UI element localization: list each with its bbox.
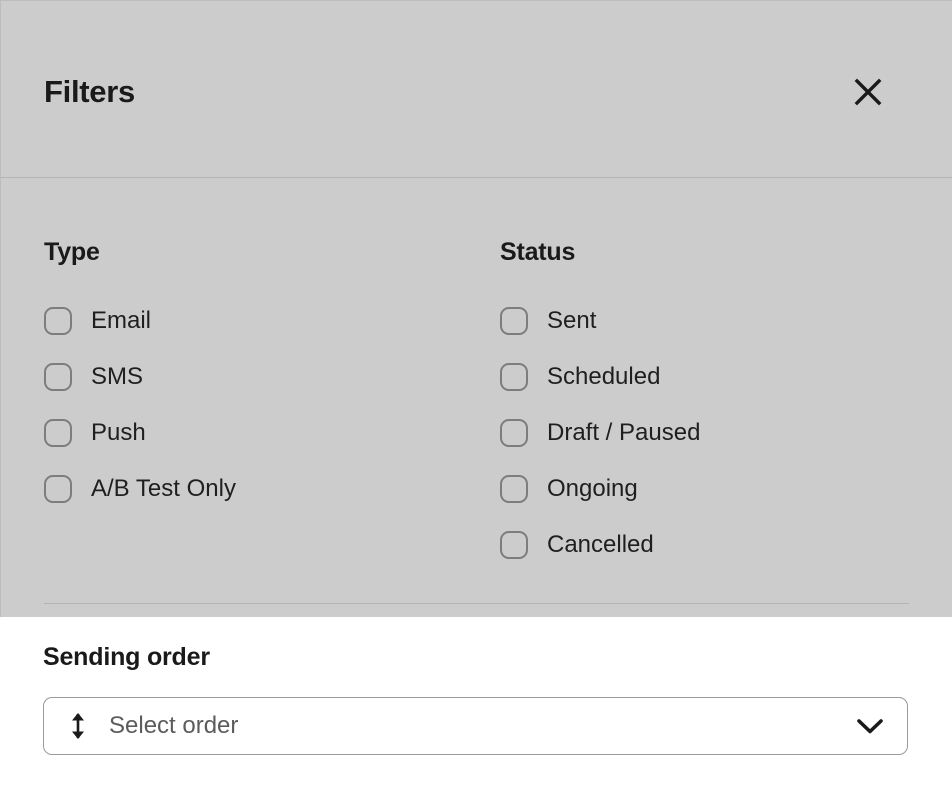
checkbox-scheduled[interactable] — [500, 363, 528, 391]
sending-order-select[interactable]: Select order — [43, 697, 908, 755]
checkbox-push[interactable] — [44, 419, 72, 447]
checkbox-sms[interactable] — [44, 363, 72, 391]
filter-option-push[interactable]: Push — [44, 405, 236, 461]
checkbox-ab-test-only[interactable] — [44, 475, 72, 503]
sending-order-placeholder: Select order — [109, 712, 239, 739]
filter-option-email[interactable]: Email — [44, 293, 236, 349]
filter-option-sms[interactable]: SMS — [44, 349, 236, 405]
sending-order-label: Sending order — [43, 643, 210, 671]
checkbox-sent[interactable] — [500, 307, 528, 335]
filter-option-scheduled[interactable]: Scheduled — [500, 349, 700, 405]
checkbox-email[interactable] — [44, 307, 72, 335]
section-divider — [44, 603, 909, 604]
checkbox-draft-paused[interactable] — [500, 419, 528, 447]
filter-option-label: Email — [91, 307, 152, 334]
filter-option-label: A/B Test Only — [91, 475, 236, 502]
filter-option-ongoing[interactable]: Ongoing — [500, 461, 700, 517]
filter-option-sent[interactable]: Sent — [500, 293, 700, 349]
filter-option-label: Scheduled — [547, 363, 661, 390]
filter-option-list-status: Sent Scheduled Draft / Paused Ongoing Ca… — [500, 293, 700, 573]
filter-option-label: Ongoing — [547, 475, 638, 502]
filters-panel: Filters Type Email SMS Push A/B Test Onl… — [0, 0, 952, 802]
filters-panel-body: Filters Type Email SMS Push A/B Test Onl… — [0, 0, 952, 617]
filter-option-list-type: Email SMS Push A/B Test Only — [44, 293, 236, 517]
checkbox-ongoing[interactable] — [500, 475, 528, 503]
checkbox-cancelled[interactable] — [500, 531, 528, 559]
sort-vertical-icon — [68, 712, 88, 740]
filter-option-cancelled[interactable]: Cancelled — [500, 517, 700, 573]
filter-option-draft-paused[interactable]: Draft / Paused — [500, 405, 700, 461]
close-icon — [852, 76, 884, 108]
filter-option-label: SMS — [91, 363, 144, 390]
filter-group-type-heading: Type — [44, 238, 100, 266]
filter-group-status-heading: Status — [500, 238, 576, 266]
filter-option-label: Push — [91, 419, 146, 446]
filter-option-label: Sent — [547, 307, 597, 334]
filter-option-label: Draft / Paused — [547, 419, 701, 446]
filters-panel-header: Filters — [1, 1, 952, 178]
filter-groups: Type Email SMS Push A/B Test Only Status… — [1, 179, 952, 618]
chevron-down-icon[interactable] — [856, 716, 884, 736]
close-button[interactable] — [846, 70, 890, 114]
sending-order-section: Sending order Select order — [0, 617, 952, 802]
page-title: Filters — [44, 74, 135, 109]
filter-option-ab-test-only[interactable]: A/B Test Only — [44, 461, 236, 517]
filter-option-label: Cancelled — [547, 531, 654, 558]
